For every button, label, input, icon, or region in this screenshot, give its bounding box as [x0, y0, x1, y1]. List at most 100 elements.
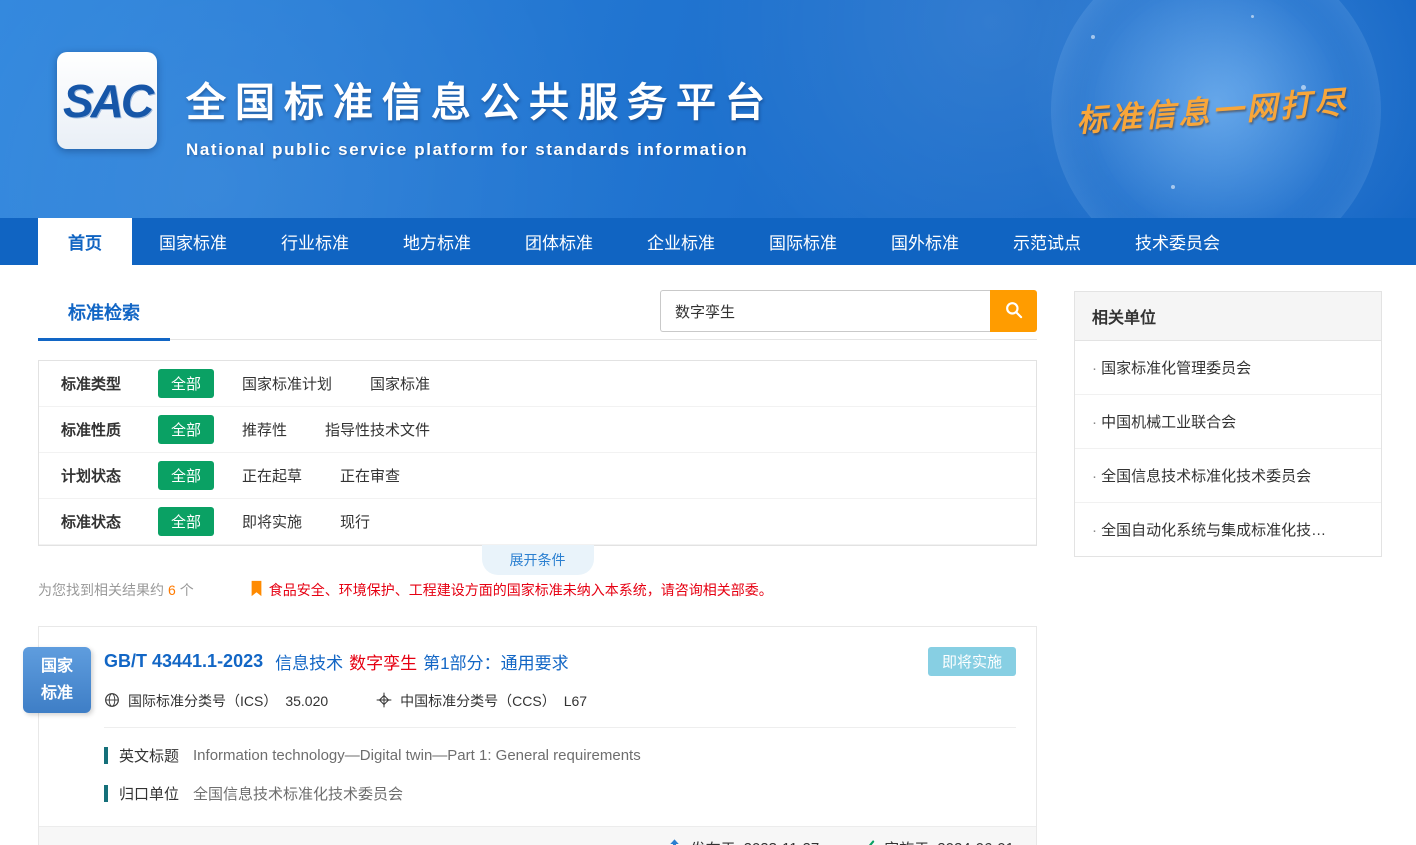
filter-all-button[interactable]: 全部: [158, 415, 214, 444]
filter-option[interactable]: 推荐性: [242, 419, 287, 440]
globe-dot: [1091, 35, 1095, 39]
sidebar-item-machinery-federation[interactable]: 中国机械工业联合会: [1075, 395, 1381, 449]
standard-title-link[interactable]: 信息技术数字孪生第1部分：通用要求: [275, 649, 568, 674]
filter-option[interactable]: 现行: [340, 511, 370, 532]
result-summary-row: 为您找到相关结果约6个 食品安全、环境保护、工程建设方面的国家标准未纳入本系统，…: [38, 580, 1037, 600]
implement-date-item: 实施于 2024-06-01: [859, 838, 1014, 845]
globe-icon: [104, 692, 120, 711]
main-nav: 首页 国家标准 行业标准 地方标准 团体标准 企业标准 国际标准 国外标准 示范…: [0, 218, 1416, 265]
search-icon: [1004, 300, 1024, 323]
filter-option[interactable]: 国家标准: [370, 373, 430, 394]
result-card-body: GB/T 43441.1-2023 信息技术数字孪生第1部分：通用要求 即将实施…: [39, 627, 1036, 804]
main-nav-inner: 首页 国家标准 行业标准 地方标准 团体标准 企业标准 国际标准 国外标准 示范…: [0, 218, 1416, 265]
site-header: SAC 全国标准信息公共服务平台 National public service…: [0, 0, 1416, 218]
nav-item-technical-committee[interactable]: 技术委员会: [1108, 218, 1247, 265]
ccs-value: L67: [564, 693, 587, 709]
search-input[interactable]: [660, 290, 990, 332]
nav-item-enterprise-standards[interactable]: 企业标准: [620, 218, 742, 265]
sidebar-item-sac[interactable]: 国家标准化管理委员会: [1075, 341, 1381, 395]
filter-row-plan-status: 计划状态 全部 正在起草 正在审查: [39, 453, 1036, 499]
publish-date: 2023-11-27: [744, 840, 820, 845]
left-column: 标准检索 标准类型 全部 国家标准计划 国家标准 标准性质 全部 推荐性: [38, 287, 1037, 845]
filter-all-button[interactable]: 全部: [158, 369, 214, 398]
filter-label: 计划状态: [61, 465, 158, 486]
check-icon: [859, 838, 876, 845]
nav-item-local-standards[interactable]: 地方标准: [376, 218, 498, 265]
summary-prefix: 为您找到相关结果约: [38, 582, 164, 598]
filter-all-button[interactable]: 全部: [158, 461, 214, 490]
sidebar-item-it-standards-committee[interactable]: 全国信息技术标准化技术委员会: [1075, 449, 1381, 503]
filter-row-standard-nature: 标准性质 全部 推荐性 指导性技术文件: [39, 407, 1036, 453]
sac-logo-text: SAC: [63, 74, 151, 128]
implement-label: 实施于: [884, 838, 929, 845]
ics-meta: 国际标准分类号（ICS） 35.020: [104, 691, 328, 711]
dept-label: 归口单位: [119, 783, 179, 804]
standard-code-link[interactable]: GB/T 43441.1-2023: [104, 651, 263, 672]
nav-item-home[interactable]: 首页: [38, 218, 132, 265]
nav-item-group-standards[interactable]: 团体标准: [498, 218, 620, 265]
site-title-block: 全国标准信息公共服务平台 National public service pla…: [186, 70, 774, 160]
implement-date: 2024-06-01: [937, 840, 1014, 845]
title-part1: 信息技术: [275, 654, 343, 673]
search-button[interactable]: [990, 290, 1037, 332]
filter-option[interactable]: 国家标准计划: [242, 373, 332, 394]
filter-panel: 标准类型 全部 国家标准计划 国家标准 标准性质 全部 推荐性 指导性技术文件 …: [38, 360, 1037, 546]
english-title-value: Information technology—Digital twin—Part…: [193, 747, 641, 764]
field-accent-bar: [104, 747, 108, 764]
ics-label: 国际标准分类号（ICS）: [128, 691, 277, 711]
english-title-label: 英文标题: [119, 745, 179, 766]
standard-type-badge-text: 国家标准: [41, 653, 73, 707]
nav-item-pilot[interactable]: 示范试点: [986, 218, 1108, 265]
result-card: 国家标准 GB/T 43441.1-2023 信息技术数字孪生第1部分：通用要求…: [38, 626, 1037, 845]
title-highlight: 数字孪生: [349, 654, 417, 673]
filter-option[interactable]: 正在审查: [340, 465, 400, 486]
nav-item-foreign-standards[interactable]: 国外标准: [864, 218, 986, 265]
result-summary: 为您找到相关结果约6个: [38, 580, 194, 600]
globe-dot: [1171, 185, 1175, 189]
bookmark-icon: [250, 580, 263, 600]
title-part2: 第1部分：通用要求: [423, 654, 568, 673]
site-title-cn: 全国标准信息公共服务平台: [186, 70, 774, 128]
site-title-en: National public service platform for sta…: [186, 140, 774, 160]
field-accent-bar: [104, 785, 108, 802]
filter-option[interactable]: 正在起草: [242, 465, 302, 486]
filter-all-button[interactable]: 全部: [158, 507, 214, 536]
filter-option[interactable]: 即将实施: [242, 511, 302, 532]
filter-row-standard-status: 标准状态 全部 即将实施 现行: [39, 499, 1036, 545]
dept-value: 全国信息技术标准化技术委员会: [193, 783, 403, 804]
dept-field: 归口单位 全国信息技术标准化技术委员会: [104, 783, 1016, 804]
result-title-row: GB/T 43441.1-2023 信息技术数字孪生第1部分：通用要求 即将实施: [104, 647, 1016, 676]
ics-value: 35.020: [285, 693, 328, 709]
result-card-footer: 发布于 2023-11-27 实施于 2024-06-01: [39, 826, 1036, 845]
result-meta-row: 国际标准分类号（ICS） 35.020 中国标准分类号（CCS） L67: [104, 691, 1016, 711]
english-title-field: 英文标题 Information technology—Digital twin…: [104, 745, 1016, 766]
ccs-meta: 中国标准分类号（CCS） L67: [376, 691, 587, 711]
result-count: 6: [168, 582, 176, 598]
search-tab-row: 标准检索: [38, 287, 1037, 340]
filter-label: 标准性质: [61, 419, 158, 440]
nav-item-national-standards[interactable]: 国家标准: [132, 218, 254, 265]
tab-standard-search[interactable]: 标准检索: [38, 287, 170, 341]
main-content: 标准检索 标准类型 全部 国家标准计划 国家标准 标准性质 全部 推荐性: [0, 265, 1416, 845]
publish-icon: [666, 838, 683, 845]
sac-logo[interactable]: SAC: [57, 52, 157, 149]
nav-item-international-standards[interactable]: 国际标准: [742, 218, 864, 265]
compass-icon: [376, 692, 392, 711]
globe-dot: [1251, 15, 1254, 18]
nav-item-industry-standards[interactable]: 行业标准: [254, 218, 376, 265]
related-units-title: 相关单位: [1075, 292, 1381, 341]
related-units-panel: 相关单位 国家标准化管理委员会 中国机械工业联合会 全国信息技术标准化技术委员会…: [1074, 291, 1382, 557]
standard-type-badge: 国家标准: [23, 647, 91, 713]
publish-label: 发布于: [691, 838, 736, 845]
publish-date-item: 发布于 2023-11-27: [666, 838, 820, 845]
system-notice: 食品安全、环境保护、工程建设方面的国家标准未纳入本系统，请咨询相关部委。: [250, 580, 773, 600]
filter-label: 标准类型: [61, 373, 158, 394]
status-badge: 即将实施: [928, 647, 1016, 676]
filter-row-standard-type: 标准类型 全部 国家标准计划 国家标准: [39, 361, 1036, 407]
card-divider: [104, 727, 1016, 728]
notice-text: 食品安全、环境保护、工程建设方面的国家标准未纳入本系统，请咨询相关部委。: [269, 580, 773, 600]
sidebar-item-automation-committee[interactable]: 全国自动化系统与集成标准化技…: [1075, 503, 1381, 556]
expand-conditions-button[interactable]: 展开条件: [482, 545, 594, 575]
summary-suffix: 个: [180, 582, 194, 598]
filter-option[interactable]: 指导性技术文件: [325, 419, 430, 440]
